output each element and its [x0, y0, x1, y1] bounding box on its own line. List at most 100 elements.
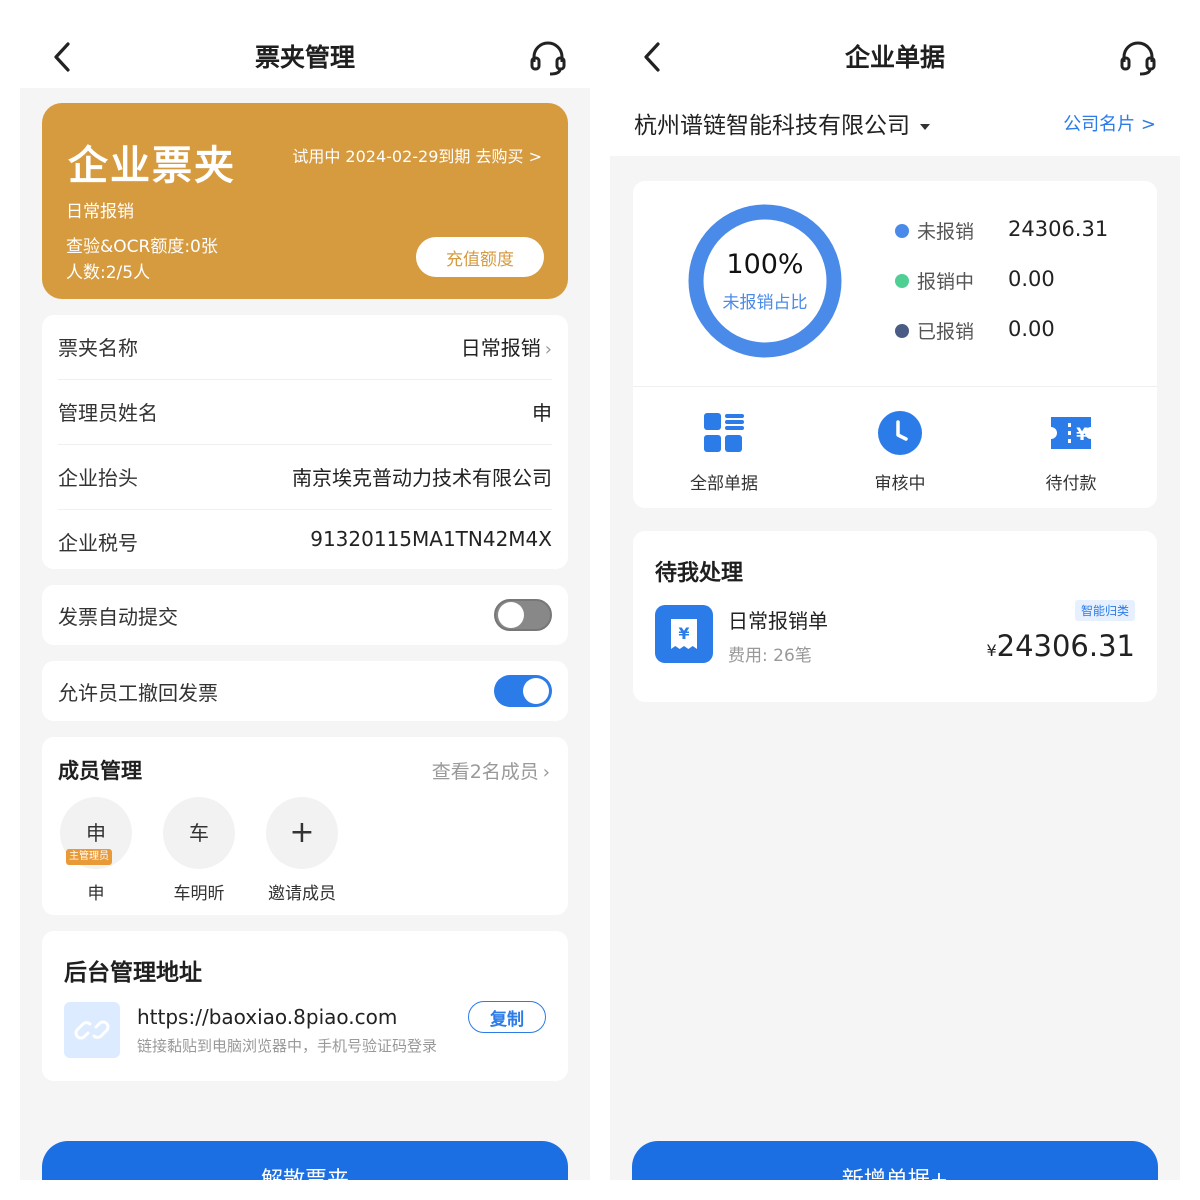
pending-payment-button[interactable]: ¥ 待付款: [1001, 409, 1141, 494]
admin-name-label: 管理员姓名: [58, 401, 158, 425]
company-header-label: 企业抬头: [58, 466, 138, 490]
auto-submit-row: 发票自动提交: [42, 585, 568, 645]
headset-icon[interactable]: [1118, 38, 1158, 78]
folder-type: 日常报销: [66, 202, 134, 222]
receipt-icon: ¥: [655, 605, 713, 663]
nav-bar: 企业单据: [610, 0, 1180, 88]
donut-label: 未报销占比: [722, 293, 808, 313]
todo-item-count: 费用: 26笔: [728, 646, 812, 666]
under-review-label: 审核中: [874, 474, 926, 494]
company-card-link[interactable]: 公司名片 >: [1063, 110, 1156, 136]
admin-url-tip: 链接黏贴到电脑浏览器中，手机号验证码登录: [137, 1037, 438, 1055]
member-item[interactable]: 车 车明昕: [159, 797, 239, 904]
todo-item-name[interactable]: 日常报销单: [728, 605, 828, 634]
legend-value: 0.00: [1008, 317, 1055, 341]
admin-name-row: 管理员姓名 申: [58, 380, 552, 445]
legend-label: 未报销: [917, 221, 975, 243]
auto-submit-label: 发票自动提交: [58, 605, 178, 629]
legend-reimbursed: 已报销 0.00: [895, 317, 1055, 344]
legend-unreimbursed: 未报销 24306.31: [895, 217, 1108, 244]
donut-chart: 100% 未报销占比: [687, 203, 843, 359]
card-title: 企业票夹: [68, 143, 236, 189]
legend-in-progress: 报销中 0.00: [895, 267, 1055, 294]
toggle-knob: [498, 602, 524, 628]
currency-symbol: ¥: [986, 641, 997, 660]
company-selector[interactable]: 杭州谱链智能科技有限公司: [634, 106, 930, 140]
legend-label: 已报销: [917, 321, 975, 343]
member-management-card: 成员管理 查看2名成员 › 申主管理员 申 车 车明昕 + 邀请成员: [42, 737, 568, 915]
trial-status-link[interactable]: 试用中 2024-02-29到期 去购买 >: [292, 143, 542, 167]
member-count: 人数:2/5人: [66, 263, 151, 283]
stats-card: 100% 未报销占比 未报销 24306.31 报销中 0.00 已报销 0.0…: [633, 181, 1157, 508]
tax-number-row: 企业税号 91320115MA1TN42M4X: [58, 510, 552, 575]
dissolve-folder-button[interactable]: 解散票夹: [42, 1141, 568, 1180]
avatar-initial: 车: [189, 821, 209, 845]
invite-member-button[interactable]: + 邀请成员: [262, 797, 342, 904]
page-title: 票夹管理: [254, 43, 355, 72]
folder-name-value: 日常报销: [460, 336, 541, 360]
view-members-link[interactable]: 查看2名成员 ›: [432, 757, 550, 784]
ocr-quota: 查验&OCR额度:0张: [66, 237, 218, 257]
amount-value: 24306.31: [996, 629, 1135, 663]
nav-bar: 票夹管理: [20, 0, 590, 88]
legend-value: 24306.31: [1008, 217, 1109, 241]
auto-submit-toggle[interactable]: [494, 599, 552, 631]
chevron-right-icon: ›: [542, 762, 550, 783]
company-bar: 杭州谱链智能科技有限公司 公司名片 >: [610, 88, 1180, 156]
svg-text:¥: ¥: [678, 624, 689, 643]
svg-text:¥: ¥: [1076, 425, 1088, 445]
under-review-button[interactable]: 审核中: [830, 409, 970, 494]
plus-icon: +: [266, 797, 338, 869]
legend-dot: [895, 224, 909, 238]
folder-name-row[interactable]: 票夹名称 日常报销 ›: [58, 315, 552, 380]
admin-address-title: 后台管理地址: [64, 960, 202, 986]
donut-ring: [688, 204, 842, 358]
folder-name-label: 票夹名称: [58, 336, 138, 360]
company-name: 杭州谱链智能科技有限公司: [634, 113, 910, 139]
company-header-row: 企业抬头 南京埃克普动力技术有限公司: [58, 445, 552, 510]
chevron-right-icon: ›: [544, 339, 552, 360]
smart-category-badge: 智能归类: [1074, 600, 1135, 621]
todo-card: 待我处理 ¥ 日常报销单 费用: 26笔 智能归类 ¥24306.31: [633, 531, 1157, 702]
info-card: 票夹名称 日常报销 › 管理员姓名 申 企业抬头 南京埃克普动力技术有限公司 企业…: [42, 315, 568, 569]
member-item[interactable]: 申主管理员 申: [56, 797, 136, 904]
avatar-initial: 申: [86, 821, 106, 845]
admin-url: https://baoxiao.8piao.com: [137, 1005, 398, 1029]
grid-icon: [704, 413, 744, 452]
legend-dot: [895, 324, 909, 338]
avatar: 车: [163, 797, 235, 869]
page-title: 企业单据: [844, 43, 945, 72]
view-members-label: 查看2名成员: [431, 761, 539, 783]
copy-button[interactable]: 复制: [468, 1001, 546, 1033]
headset-icon[interactable]: [528, 38, 568, 78]
donut-percent: 100%: [726, 249, 804, 280]
link-icon: [64, 1002, 120, 1058]
todo-title: 待我处理: [655, 561, 744, 586]
divider: [633, 386, 1157, 387]
right-screen: 企业单据 杭州谱链智能科技有限公司 公司名片 > 100% 未报销占比 未报销 …: [610, 0, 1180, 1180]
legend-dot: [895, 274, 909, 288]
member-management-title: 成员管理: [58, 759, 142, 783]
toggle-knob: [523, 678, 549, 704]
all-documents-label: 全部单据: [690, 474, 758, 494]
recharge-button[interactable]: 充值额度: [416, 237, 544, 277]
admin-badge: 主管理员: [66, 849, 112, 865]
all-documents-button[interactable]: 全部单据: [654, 409, 794, 494]
admin-address-card: 后台管理地址 https://baoxiao.8piao.com 链接黏贴到电脑…: [42, 931, 568, 1081]
enterprise-folder-card: 企业票夹 试用中 2024-02-29到期 去购买 > 日常报销 查验&OCR额…: [42, 103, 568, 299]
allow-recall-row: 允许员工撤回发票: [42, 661, 568, 721]
allow-recall-label: 允许员工撤回发票: [58, 681, 218, 705]
left-screen: 票夹管理 企业票夹 试用中 2024-02-29到期 去购买 > 日常报销 查验…: [20, 0, 590, 1180]
invite-member-label: 邀请成员: [268, 884, 336, 904]
avatar: 申主管理员: [60, 797, 132, 869]
legend-value: 0.00: [1008, 267, 1055, 291]
member-name: 申: [87, 884, 105, 904]
caret-down-icon: [920, 123, 930, 130]
add-document-button[interactable]: 新增单据+: [632, 1141, 1158, 1180]
allow-recall-toggle[interactable]: [494, 675, 552, 707]
clock-icon: [878, 411, 922, 455]
pending-payment-label: 待付款: [1045, 474, 1097, 494]
todo-amount: ¥24306.31: [986, 629, 1135, 663]
tax-number-value: 91320115MA1TN42M4X: [310, 527, 552, 551]
ticket-yuan-icon: ¥: [1051, 417, 1091, 449]
